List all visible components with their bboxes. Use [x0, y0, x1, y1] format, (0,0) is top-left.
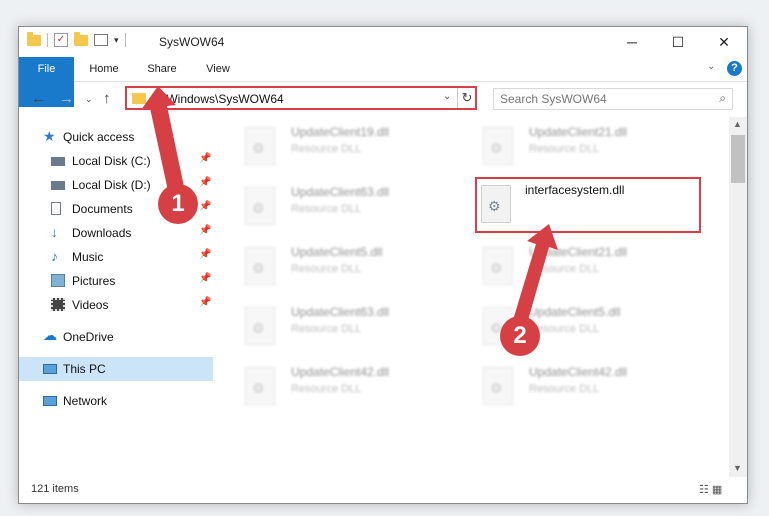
step-badge-1: 1 [158, 184, 198, 224]
arrow-to-address-bar [141, 86, 186, 200]
annotation-arrows [141, 86, 558, 334]
step-badge-2: 2 [500, 316, 540, 356]
